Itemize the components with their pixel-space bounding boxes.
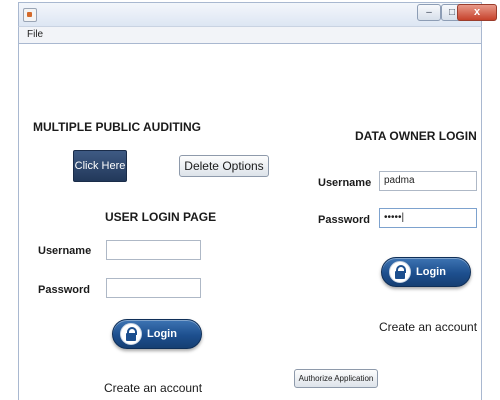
owner-login-button-label: Login Now [416, 266, 446, 306]
owner-username-field[interactable]: padma [379, 171, 477, 191]
owner-login-title: DATA OWNER LOGIN [355, 129, 477, 143]
user-login-button[interactable]: Login Now [112, 319, 202, 368]
user-create-account-link[interactable]: Create an account [104, 381, 202, 395]
owner-login-button[interactable]: Login Now [381, 257, 471, 306]
user-login-button-label: Login Now [147, 328, 177, 368]
owner-password-field[interactable]: •••••| [379, 208, 477, 228]
minimize-button[interactable]: – [417, 4, 441, 21]
window-titlebar: – □ x [18, 2, 497, 26]
user-password-label: Password [38, 284, 90, 296]
user-username-label: Username [38, 245, 92, 257]
user-password-field[interactable] [106, 278, 201, 298]
auditing-title: MULTIPLE PUBLIC AUDITING [33, 120, 201, 134]
user-login-title: USER LOGIN PAGE [105, 210, 217, 224]
owner-create-account-link[interactable]: Create an account [379, 320, 477, 334]
click-here-button[interactable]: Click Here [73, 150, 127, 182]
lock-icon [389, 261, 411, 283]
menu-file[interactable]: File [27, 29, 43, 40]
user-username-field[interactable] [106, 240, 201, 260]
authorize-application-button[interactable]: Authorize Application [294, 369, 378, 388]
delete-options-button[interactable]: Delete Options [179, 155, 269, 177]
owner-password-label: Password [318, 214, 370, 226]
lock-icon [120, 323, 142, 345]
close-button[interactable]: x [457, 4, 497, 21]
java-app-icon [23, 8, 37, 22]
owner-username-label: Username [318, 177, 372, 189]
menu-bar: File [18, 26, 482, 44]
